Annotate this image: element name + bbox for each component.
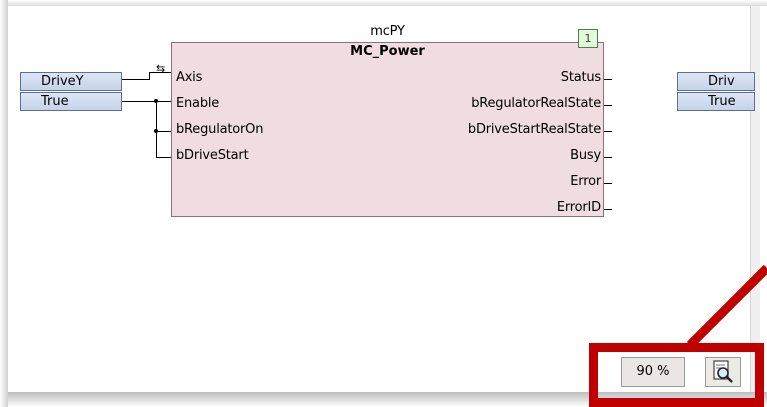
pin-enable[interactable]: Enable: [176, 96, 219, 111]
pin-status[interactable]: Status: [561, 70, 601, 85]
input-var-axis[interactable]: DriveY: [20, 72, 122, 91]
right-var-enable-label: True: [708, 94, 736, 109]
right-var-axis-label: Driv: [708, 74, 735, 89]
output-stub-bregulatorrealstate: [604, 105, 612, 106]
vertical-scrollbar[interactable]: [750, 6, 760, 392]
wire-bdrivestart: [156, 157, 171, 158]
pin-error[interactable]: Error: [570, 174, 601, 189]
pin-bregulatorrealstate[interactable]: bRegulatorRealState: [471, 96, 601, 111]
input-var-enable[interactable]: True: [20, 92, 122, 111]
right-var-enable[interactable]: True: [677, 92, 755, 111]
output-stub-bdrivestartrealstate: [604, 131, 612, 132]
block-type-name: MC_Power: [350, 44, 425, 59]
right-var-axis[interactable]: Driv: [677, 72, 755, 91]
pin-bdrivestart[interactable]: bDriveStart: [176, 148, 249, 163]
pin-busy[interactable]: Busy: [570, 148, 601, 163]
pin-errorid[interactable]: ErrorID: [557, 200, 601, 215]
bidirectional-arrow-icon: ⇆: [156, 62, 166, 75]
output-stub-busy: [604, 157, 612, 158]
output-stub-errorid: [604, 209, 612, 210]
wire-axis-riser: [149, 72, 150, 80]
wire-bregulatoron: [156, 131, 171, 132]
wire-axis[interactable]: [122, 79, 150, 80]
pin-axis[interactable]: Axis: [176, 70, 202, 85]
pin-bregulatoron[interactable]: bRegulatorOn: [176, 122, 263, 137]
highlight-rectangle: [589, 343, 764, 407]
input-var-axis-label: DriveY: [41, 74, 84, 89]
wire-enable[interactable]: [122, 101, 171, 102]
output-stub-status: [604, 79, 612, 80]
block-instance-name[interactable]: mcPY: [171, 24, 604, 39]
output-stub-error: [604, 183, 612, 184]
input-var-enable-label: True: [41, 94, 69, 109]
junction-dot-enable: [154, 99, 158, 103]
execution-order-badge[interactable]: 1: [578, 29, 598, 48]
frame-shadow-left: [0, 0, 8, 407]
pin-bdrivestartrealstate[interactable]: bDriveStartRealState: [468, 122, 601, 137]
